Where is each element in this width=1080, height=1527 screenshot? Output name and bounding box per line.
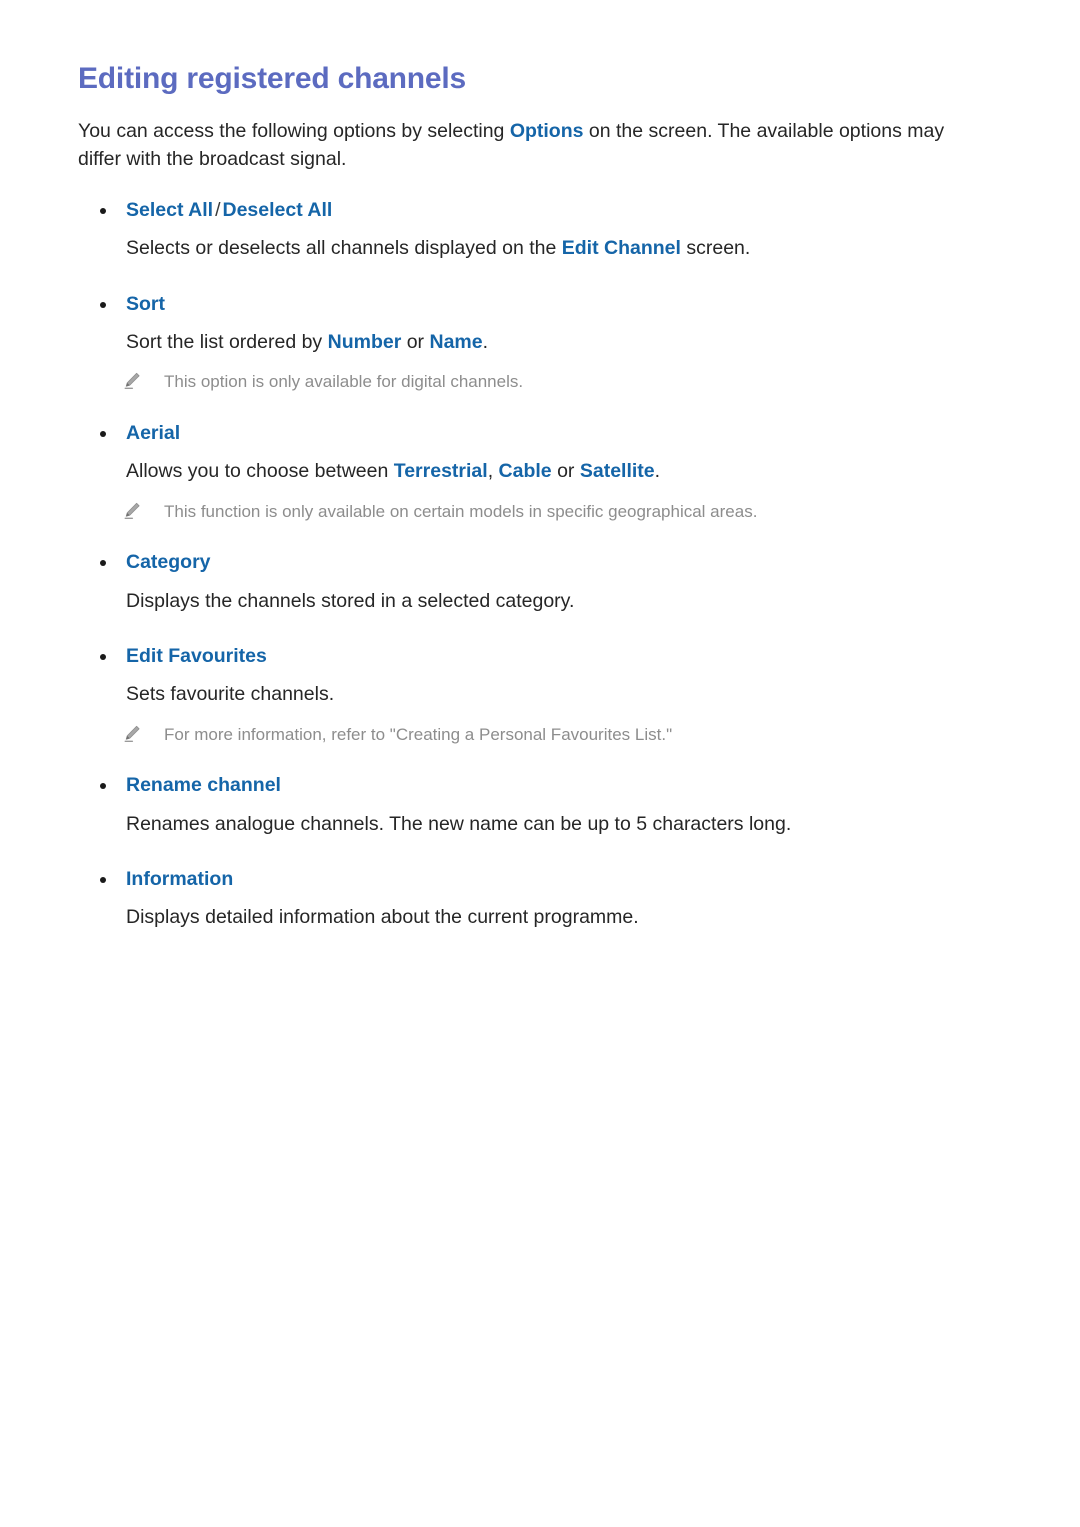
option-block-sort: Sort Sort the list ordered by Number or … <box>78 291 1000 394</box>
option-label-aerial[interactable]: Aerial <box>78 420 1000 447</box>
option-label-primary: Rename channel <box>126 774 281 797</box>
option-block-edit-favourites: Edit Favourites Sets favourite channels.… <box>78 643 1000 746</box>
option-label-sort[interactable]: Sort <box>78 291 1000 318</box>
bullet-icon <box>100 654 106 660</box>
desc-text-middle-2: or <box>551 460 580 483</box>
desc-highlight-terrestrial[interactable]: Terrestrial <box>394 460 488 482</box>
option-description-edit-favourites: Sets favourite channels. <box>126 683 335 706</box>
option-block-information: Information Displays detailed informatio… <box>78 866 1000 932</box>
bullet-icon <box>100 783 106 790</box>
option-label-primary: Edit Favourites <box>126 645 267 667</box>
option-block-aerial: Aerial Allows you to choose between Terr… <box>78 420 1000 523</box>
bullet-icon <box>100 560 106 567</box>
desc-text-middle: , <box>487 460 499 483</box>
option-description-sort: Sort the list ordered by Number or Name. <box>78 328 1000 356</box>
desc-highlight-number[interactable]: Number <box>328 331 402 353</box>
option-description-information: Displays detailed information about the … <box>126 906 639 929</box>
note-edit-favourites: For more information, refer to "Creating… <box>78 723 1000 747</box>
desc-highlight-name[interactable]: Name <box>429 331 482 353</box>
desc-text-before: Allows you to choose between <box>126 460 394 483</box>
option-label-primary: Aerial <box>126 422 181 445</box>
desc-highlight-edit-channel[interactable]: Edit Channel <box>562 237 681 259</box>
desc-text-middle: or <box>401 331 430 354</box>
option-label-category[interactable]: Category <box>78 549 1000 576</box>
option-label-information[interactable]: Information <box>78 866 1000 893</box>
note-sort: This option is only available for digita… <box>78 370 1000 394</box>
option-description-rename-channel: Renames analogue channels. The new name … <box>126 812 792 835</box>
option-label-primary: Sort <box>126 292 165 315</box>
option-block-category: Category Displays the channels stored in… <box>78 549 1000 615</box>
pencil-icon <box>122 724 142 744</box>
note-text: This function is only available on certa… <box>164 501 758 521</box>
desc-text-before: Sort the list ordered by <box>126 331 328 354</box>
note-text: This option is only available for digita… <box>164 372 524 392</box>
bullet-icon <box>100 876 106 883</box>
pencil-icon <box>122 371 142 391</box>
note-text: For more information, refer to "Creating… <box>164 724 673 744</box>
option-label-secondary: Deselect All <box>222 199 333 222</box>
option-label-select-all[interactable]: Select All / Deselect All <box>78 197 1000 224</box>
desc-highlight-satellite[interactable]: Satellite <box>580 460 655 482</box>
intro-options-link[interactable]: Options <box>510 120 584 142</box>
option-label-primary: Information <box>126 867 234 890</box>
option-label-primary: Select All <box>126 199 214 222</box>
document-page: Editing registered channels You can acce… <box>0 0 1080 1527</box>
option-label-separator: / <box>215 199 221 222</box>
option-block-select-all: Select All / Deselect All Selects or desel… <box>78 197 1000 263</box>
option-description-aerial: Allows you to choose between Terrestrial… <box>78 457 1000 485</box>
bullet-icon <box>100 301 106 308</box>
intro-text-before: You can access the following options by … <box>78 120 510 142</box>
desc-text-after: . <box>482 331 489 354</box>
desc-text-after: screen. <box>680 237 751 260</box>
page-title: Editing registered channels <box>78 62 467 95</box>
bullet-icon <box>100 208 106 215</box>
option-label-edit-favourites[interactable]: Edit Favourites <box>78 643 1000 670</box>
option-description-category: Displays the channels stored in a select… <box>126 589 575 612</box>
option-description-select-all: Selects or deselects all channels displa… <box>78 234 1000 262</box>
desc-text-after: . <box>654 460 661 483</box>
desc-text-before: Selects or deselects all channels displa… <box>126 237 562 260</box>
option-label-rename-channel[interactable]: Rename channel <box>78 772 1000 799</box>
option-block-rename-channel: Rename channel Renames analogue channels… <box>78 772 1000 838</box>
note-aerial: This function is only available on certa… <box>78 500 1000 524</box>
intro-paragraph: You can access the following options by … <box>78 117 990 173</box>
bullet-icon <box>100 431 106 438</box>
pencil-icon <box>122 501 142 521</box>
option-label-primary: Category <box>126 551 211 574</box>
desc-highlight-cable[interactable]: Cable <box>499 460 552 482</box>
